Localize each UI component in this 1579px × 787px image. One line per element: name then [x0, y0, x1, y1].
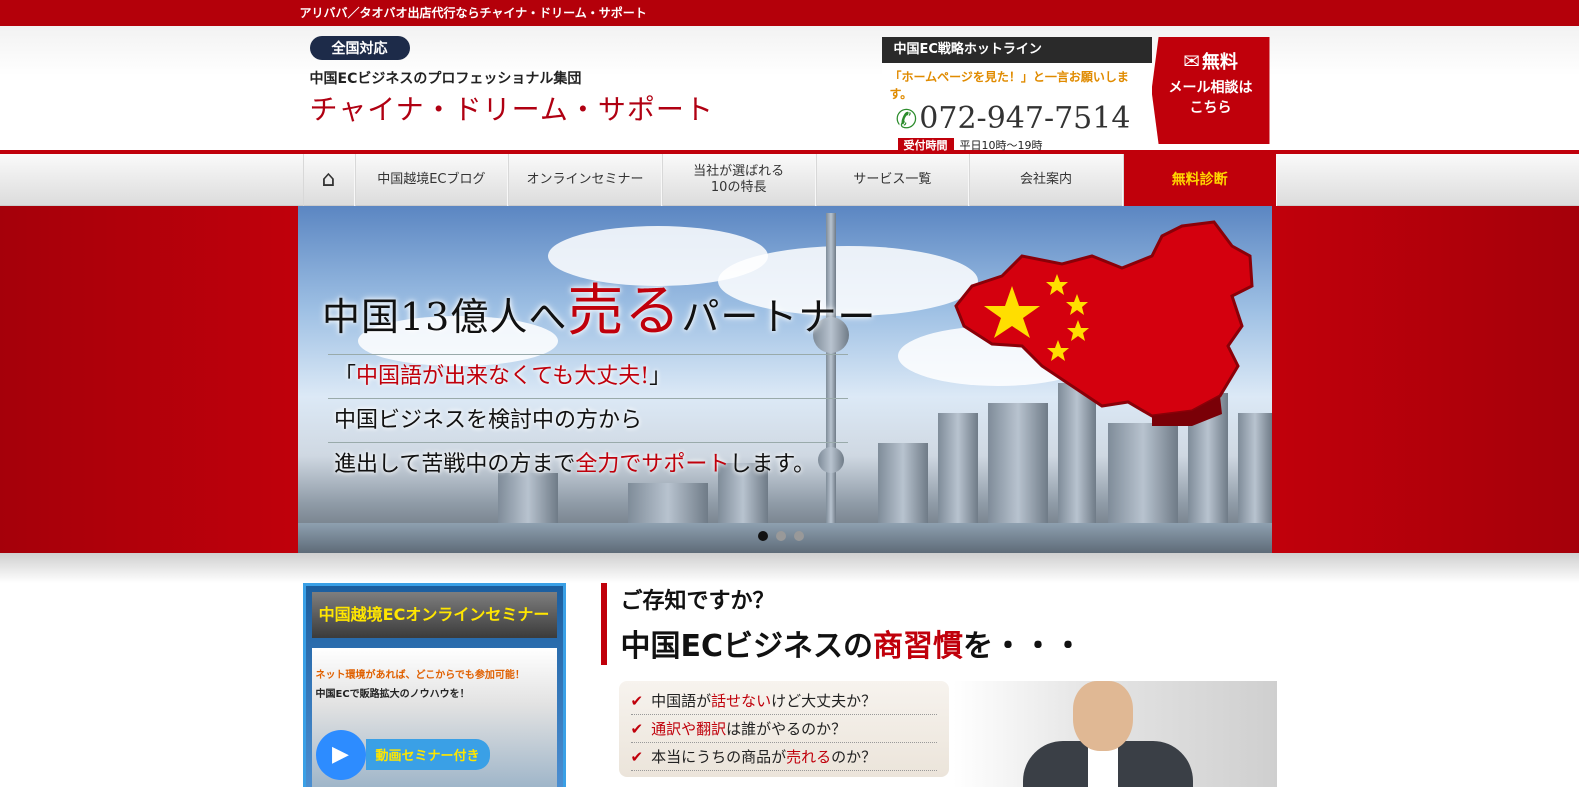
check-text-a: 中国語が: [651, 692, 712, 710]
nav-item-company[interactable]: 会社案内: [969, 154, 1123, 206]
nationwide-badge: 全国対応: [309, 36, 410, 60]
hotline-title: 中国EC戦略ホットライン: [881, 37, 1152, 63]
hero-copy: 「中国語が出来なくても大丈夫!」 中国ビジネスを検討中の方から 進出して苦戦中の…: [328, 354, 848, 486]
check-text-highlight: 話せない: [711, 692, 772, 710]
mail-free-label: 無料: [1201, 52, 1238, 73]
seminar-text-1: ネット環境があれば、どこからでも参加可能！: [315, 670, 525, 681]
hero-title-highlight: 売る: [567, 279, 682, 344]
question-main-highlight: 商習慣: [873, 629, 964, 664]
hero-band: 中国13億人へ売るパートナー 「中国語が出来なくても大丈夫!」 中国ビジネスを検…: [0, 206, 1579, 553]
section-divider: [0, 553, 1579, 583]
tagline: 中国ECビジネスのプロフェッショナル集団: [309, 71, 582, 87]
mail-consult-button[interactable]: ✉ 無料 メール相談は こちら: [1151, 37, 1270, 144]
mail-line-3: こちら: [1189, 100, 1232, 116]
hero-title-c: パートナー: [681, 295, 877, 339]
hotline-note: 「ホームページを見た！」と一言お願いします。: [889, 70, 1129, 101]
nav-home[interactable]: ⌂: [302, 154, 355, 206]
nav-item-blog[interactable]: 中国越境ECブログ: [354, 154, 509, 206]
phone-number[interactable]: ✆072-947-7514: [896, 102, 1152, 137]
seminar-text-2: 中国ECで販路拡大のノウハウを！: [315, 689, 470, 700]
list-item: ✔ 中国語が話せないけど大丈夫か？: [630, 687, 937, 715]
home-icon: ⌂: [321, 167, 336, 192]
seminar-title: 中国越境ECオンラインセミナー: [311, 592, 557, 638]
nav-item-services[interactable]: サービス一覧: [815, 154, 970, 206]
nav-item-features[interactable]: 当社が選ばれる 10の特長: [661, 154, 816, 206]
china-map-image: [954, 220, 1254, 426]
nav-item-features-label: 当社が選ばれる 10の特長: [693, 164, 785, 195]
concern-checklist: ✔ 中国語が話せないけど大丈夫か？ ✔ 通訳や翻訳は誰がやるのか？ ✔ 本当にうちの商…: [618, 681, 949, 777]
nav-item-seminar[interactable]: オンラインセミナー: [508, 154, 662, 206]
question-main: 中国ECビジネスの商習慣を・・・: [621, 621, 1084, 665]
slider-dot-3[interactable]: [794, 531, 804, 541]
hero-headline: 中国13億人へ売るパートナー: [322, 266, 876, 347]
business-hours: 受付時間 平日10時〜19時: [897, 137, 1152, 153]
list-item: ✔ 本当にうちの商品が売れるのか？: [630, 743, 937, 771]
hero-line-1-close: 」: [649, 364, 672, 389]
top-bar-text: アリババ／タオバオ出店代行ならチャイナ・ドリーム・サポート: [299, 6, 647, 20]
hero-line-1: 「中国語が出来なくても大丈夫!」: [328, 354, 848, 398]
list-item: ✔ 通訳や翻訳は誰がやるのか？: [630, 715, 937, 743]
phone-icon: ✆: [895, 105, 918, 135]
question-sub: ご存知ですか？: [620, 589, 775, 614]
check-icon: ✔: [630, 748, 644, 766]
hours-text: 平日10時〜19時: [959, 139, 1043, 152]
businessman-photo: [952, 681, 1277, 787]
slider-dots: [758, 531, 804, 541]
slider-dot-2[interactable]: [776, 531, 786, 541]
question-heading: ご存知ですか？ 中国ECビジネスの商習慣を・・・: [600, 583, 1084, 665]
check-text-c: は誰がやるのか？: [726, 720, 847, 738]
hours-label: 受付時間: [897, 138, 954, 153]
hero-line-3-c: します。: [729, 452, 816, 477]
check-icon: ✔: [630, 720, 644, 738]
phone-number-text[interactable]: 072-947-7514: [919, 101, 1130, 136]
seminar-banner[interactable]: 中国越境ECオンラインセミナー ネット環境があれば、どこからでも参加可能！ 中国…: [302, 583, 566, 787]
check-text-a: 本当にうちの商品が: [651, 748, 787, 766]
hero-line-1-open: 「: [334, 364, 357, 389]
check-icon: ✔: [630, 692, 644, 710]
hero-line-2: 中国ビジネスを検討中の方から: [328, 398, 848, 442]
video-seminar-tag: 動画セミナー付き: [365, 739, 490, 770]
global-nav: ⌂ 中国越境ECブログ オンラインセミナー 当社が選ばれる 10の特長 サービス…: [0, 154, 1579, 206]
hotline-box: 中国EC戦略ホットライン 「ホームページを見た！」と一言お願いします。 ✆072…: [881, 37, 1270, 153]
hero-slider[interactable]: 中国13億人へ売るパートナー 「中国語が出来なくても大丈夫!」 中国ビジネスを検…: [298, 206, 1272, 553]
check-text-c: けど大丈夫か？: [771, 692, 877, 710]
check-text-highlight: 通訳や翻訳: [651, 720, 727, 738]
main-content: 中国越境ECオンラインセミナー ネット環境があれば、どこからでも参加可能！ 中国…: [302, 583, 1277, 787]
hero-line-3-a: 進出して苦戦中の方まで: [334, 452, 576, 477]
question-main-c: を・・・: [963, 629, 1084, 664]
hero-title-a: 中国13億人へ: [322, 295, 568, 339]
site-logo[interactable]: チャイナ・ドリーム・サポート: [310, 88, 714, 128]
hero-line-3: 進出して苦戦中の方まで全力でサポートします。: [328, 442, 848, 486]
top-bar: アリババ／タオバオ出店代行ならチャイナ・ドリーム・サポート: [0, 0, 1579, 26]
slider-dot-1[interactable]: [758, 531, 768, 541]
check-text-c: のか？: [831, 748, 877, 766]
question-main-a: 中国ECビジネスの: [620, 629, 874, 664]
nav-free-diagnosis[interactable]: 無料診断: [1122, 154, 1277, 206]
site-header: 全国対応 中国ECビジネスのプロフェッショナル集団 チャイナ・ドリーム・サポート…: [0, 26, 1579, 154]
hero-line-1-highlight: 中国語が出来なくても大丈夫!: [356, 364, 650, 389]
video-camera-icon: ▶: [315, 730, 366, 780]
envelope-icon: ✉: [1183, 49, 1200, 73]
check-text-highlight: 売れる: [786, 748, 832, 766]
mail-line-2: メール相談は: [1168, 80, 1253, 96]
hero-line-3-highlight: 全力でサポート: [575, 452, 730, 477]
